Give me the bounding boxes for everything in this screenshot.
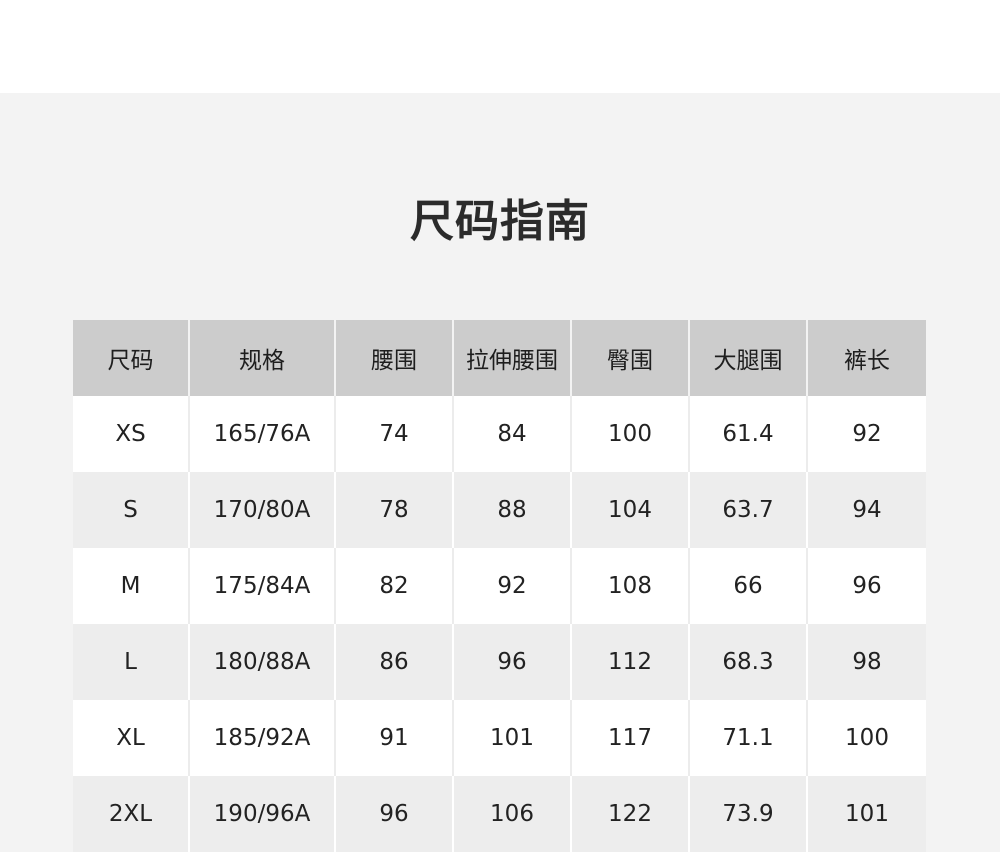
cell-hip: 108 xyxy=(571,548,690,624)
table-row: M 175/84A 82 92 108 66 96 xyxy=(73,548,926,624)
cell-size: XL xyxy=(73,700,190,776)
column-header-stretch-waist: 拉伸腰围 xyxy=(453,320,572,396)
cell-spec: 175/84A xyxy=(189,548,336,624)
size-chart-table: 尺码 规格 腰围 拉伸腰围 臀围 大腿围 裤长 XS 165/76A 74 84… xyxy=(73,320,926,852)
column-header-spec: 规格 xyxy=(189,320,336,396)
cell-length: 100 xyxy=(807,700,926,776)
cell-length: 96 xyxy=(807,548,926,624)
cell-stretch-waist: 96 xyxy=(453,624,572,700)
cell-waist: 91 xyxy=(335,700,454,776)
column-header-length: 裤长 xyxy=(807,320,926,396)
cell-hip: 122 xyxy=(571,776,690,852)
cell-length: 98 xyxy=(807,624,926,700)
cell-length: 92 xyxy=(807,396,926,472)
size-guide-panel: 尺码指南 尺码 规格 腰围 拉伸腰围 臀围 大腿围 裤长 XS 165/76A … xyxy=(0,93,1000,852)
cell-thigh: 71.1 xyxy=(689,700,808,776)
cell-size: XS xyxy=(73,396,190,472)
cell-stretch-waist: 88 xyxy=(453,472,572,548)
page-title: 尺码指南 xyxy=(410,196,590,247)
cell-stretch-waist: 84 xyxy=(453,396,572,472)
cell-spec: 170/80A xyxy=(189,472,336,548)
table-row: L 180/88A 86 96 112 68.3 98 xyxy=(73,624,926,700)
cell-hip: 104 xyxy=(571,472,690,548)
cell-waist: 96 xyxy=(335,776,454,852)
cell-waist: 78 xyxy=(335,472,454,548)
cell-hip: 100 xyxy=(571,396,690,472)
column-header-hip: 臀围 xyxy=(571,320,690,396)
cell-stretch-waist: 92 xyxy=(453,548,572,624)
table-header: 尺码 规格 腰围 拉伸腰围 臀围 大腿围 裤长 xyxy=(73,320,926,396)
column-header-thigh: 大腿围 xyxy=(689,320,808,396)
cell-length: 94 xyxy=(807,472,926,548)
cell-stretch-waist: 106 xyxy=(453,776,572,852)
table-row: S 170/80A 78 88 104 63.7 94 xyxy=(73,472,926,548)
cell-size: S xyxy=(73,472,190,548)
cell-thigh: 73.9 xyxy=(689,776,808,852)
cell-size: L xyxy=(73,624,190,700)
cell-size: M xyxy=(73,548,190,624)
cell-waist: 82 xyxy=(335,548,454,624)
cell-length: 101 xyxy=(807,776,926,852)
cell-size: 2XL xyxy=(73,776,190,852)
cell-spec: 190/96A xyxy=(189,776,336,852)
top-band xyxy=(0,0,1000,93)
cell-hip: 117 xyxy=(571,700,690,776)
cell-spec: 180/88A xyxy=(189,624,336,700)
cell-stretch-waist: 101 xyxy=(453,700,572,776)
cell-thigh: 66 xyxy=(689,548,808,624)
table-body: XS 165/76A 74 84 100 61.4 92 S 170/80A 7… xyxy=(73,396,926,852)
column-header-waist: 腰围 xyxy=(335,320,454,396)
cell-thigh: 68.3 xyxy=(689,624,808,700)
cell-waist: 86 xyxy=(335,624,454,700)
cell-spec: 165/76A xyxy=(189,396,336,472)
table-row: XS 165/76A 74 84 100 61.4 92 xyxy=(73,396,926,472)
table-row: 2XL 190/96A 96 106 122 73.9 101 xyxy=(73,776,926,852)
header-row: 尺码 规格 腰围 拉伸腰围 臀围 大腿围 裤长 xyxy=(73,320,926,396)
column-header-size: 尺码 xyxy=(73,320,190,396)
cell-thigh: 61.4 xyxy=(689,396,808,472)
table-row: XL 185/92A 91 101 117 71.1 100 xyxy=(73,700,926,776)
cell-hip: 112 xyxy=(571,624,690,700)
cell-waist: 74 xyxy=(335,396,454,472)
cell-thigh: 63.7 xyxy=(689,472,808,548)
cell-spec: 185/92A xyxy=(189,700,336,776)
